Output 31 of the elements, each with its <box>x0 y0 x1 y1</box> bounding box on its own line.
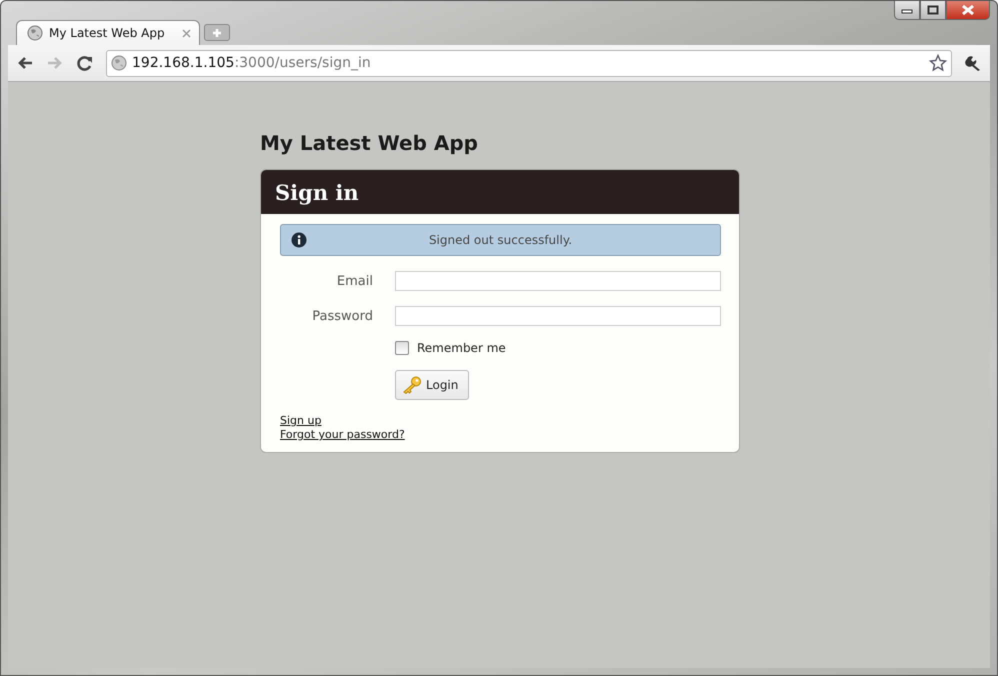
new-tab-button[interactable] <box>204 24 230 41</box>
text-field[interactable] <box>395 306 721 326</box>
remember-label: Remember me <box>417 341 506 355</box>
text-link[interactable]: Forgot your password? <box>280 428 405 442</box>
text-link[interactable]: Sign up <box>280 414 322 428</box>
remember-checkbox[interactable] <box>395 341 409 355</box>
close-tab-icon[interactable] <box>182 28 191 38</box>
page-heading: My Latest Web App <box>260 130 479 156</box>
address-bar[interactable]: 192.168.1.105:3000/users/sign_in <box>106 50 952 76</box>
plus-icon <box>212 28 222 38</box>
reload-icon <box>77 55 93 71</box>
text-field[interactable] <box>395 271 721 291</box>
browser-tab[interactable]: My Latest Web App <box>16 20 200 45</box>
card-title: Sign in <box>275 180 359 204</box>
maximize-icon <box>927 5 939 15</box>
close-button[interactable] <box>946 1 990 20</box>
field-label: Password <box>311 308 373 324</box>
minimize-button[interactable] <box>894 1 920 20</box>
globe-icon <box>111 55 127 71</box>
key-icon <box>402 376 422 394</box>
info-icon <box>291 232 307 248</box>
back-arrow-icon <box>17 56 33 70</box>
close-icon <box>961 5 975 15</box>
login-button[interactable]: Login <box>395 370 470 400</box>
globe-icon <box>27 25 43 41</box>
field-label: Email <box>336 274 373 288</box>
forward-arrow-icon <box>47 56 63 70</box>
star-icon[interactable] <box>929 54 947 72</box>
maximize-button[interactable] <box>920 1 946 20</box>
alert-message: Signed out successfully. <box>428 233 574 247</box>
wrench-icon <box>964 54 982 72</box>
